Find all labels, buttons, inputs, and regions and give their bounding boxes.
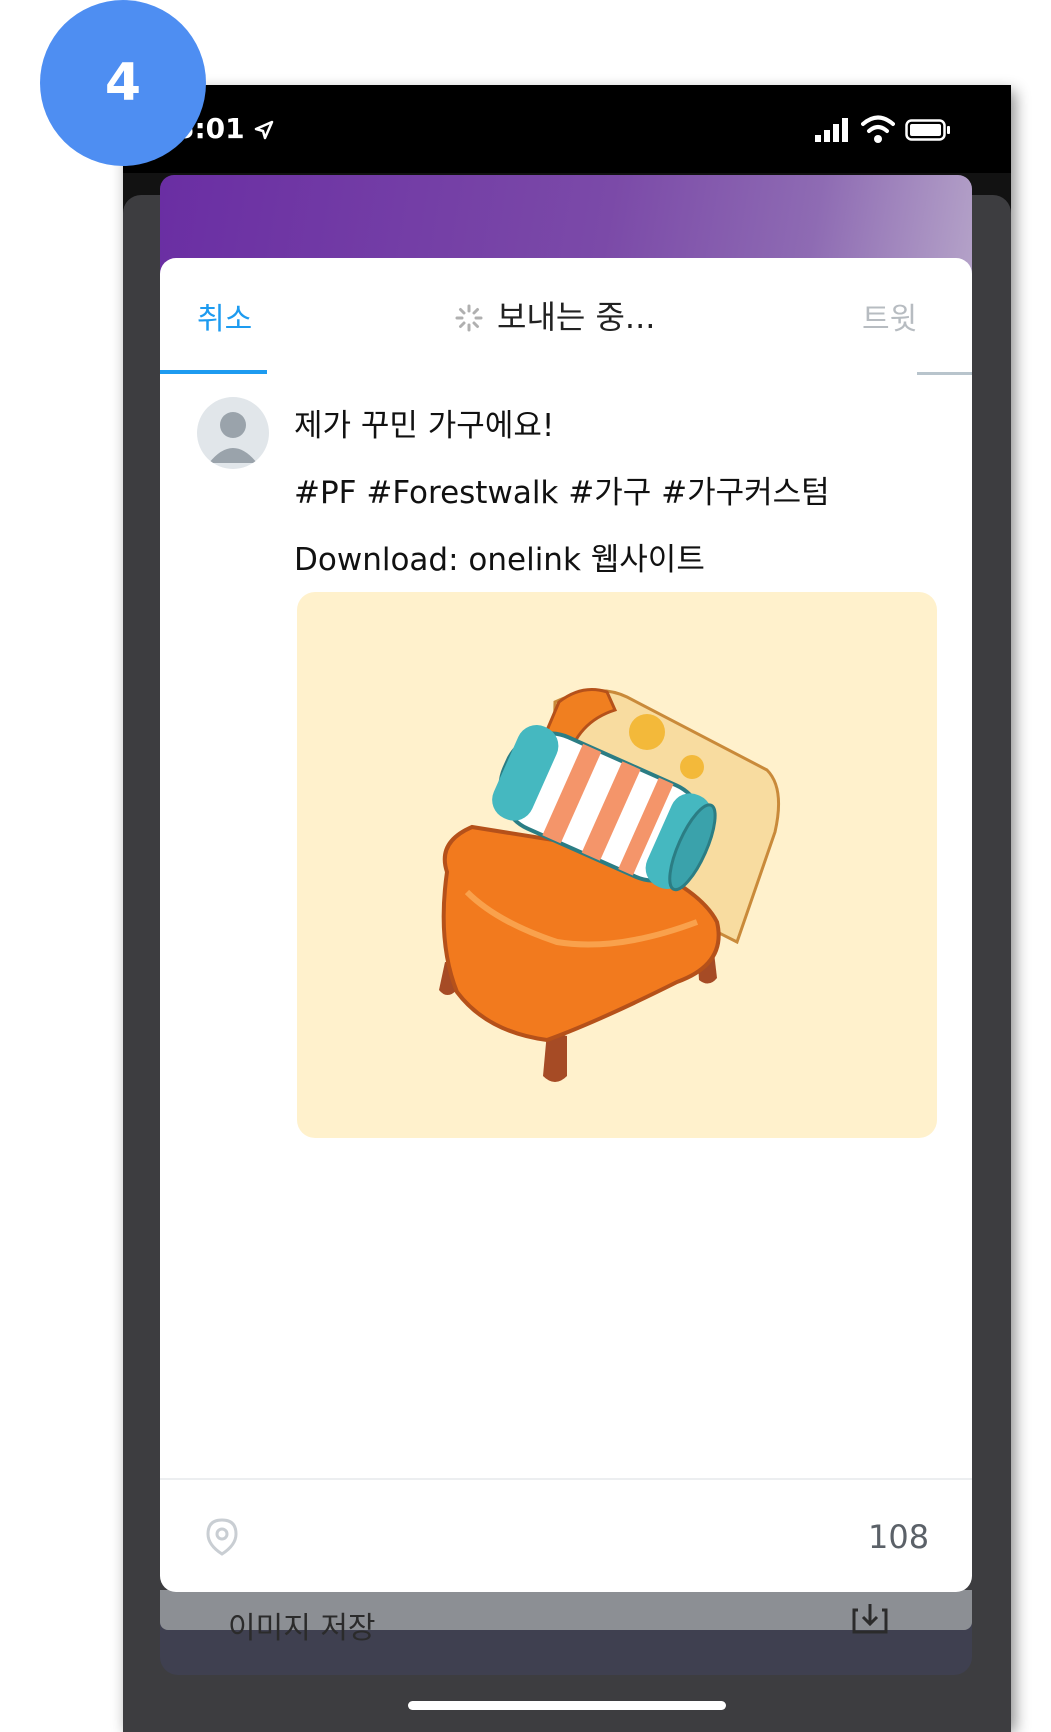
step-number-badge: 4: [40, 0, 206, 166]
tweet-button[interactable]: 트윗: [862, 294, 917, 338]
sending-status: 보내는 중...: [497, 298, 656, 336]
tweet-text-line[interactable]: 제가 꾸민 가구에요!: [294, 400, 554, 445]
tweet-hashtags-line[interactable]: #PF #Forestwalk #가구 #가구커스텀: [294, 467, 830, 512]
avatar: [197, 397, 269, 469]
attached-image: [297, 592, 937, 1138]
armchair-illustration: [439, 688, 781, 1082]
toolbar-divider: [160, 1478, 972, 1480]
save-image-label: 이미지 저장: [228, 1611, 376, 1646]
cancel-button[interactable]: 취소: [197, 294, 252, 338]
wifi-icon: [861, 115, 895, 143]
cancel-underline: [160, 370, 267, 374]
location-pin-icon[interactable]: [204, 1517, 240, 1557]
home-indicator: [408, 1701, 726, 1710]
battery-icon: [905, 119, 950, 141]
signal-icon: [815, 118, 848, 142]
tweet-download-line[interactable]: Download: onelink 웹사이트: [294, 534, 705, 579]
tweet-underline: [917, 372, 972, 375]
location-arrow-icon: [255, 120, 274, 140]
character-count: 108: [868, 1518, 930, 1556]
loading-spinner-icon: [455, 304, 483, 332]
default-avatar-icon: [209, 412, 257, 463]
download-icon: [852, 1604, 888, 1634]
